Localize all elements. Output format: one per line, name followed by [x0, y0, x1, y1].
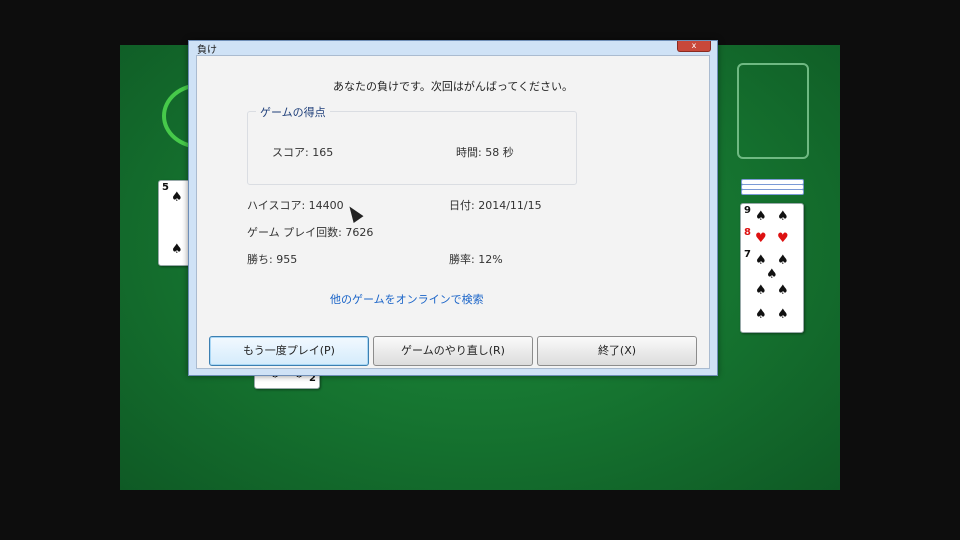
close-button[interactable]: x	[677, 41, 711, 52]
spade-icon: ♠	[777, 307, 789, 322]
card-rank: 8	[744, 227, 751, 238]
card-rank: 5	[162, 182, 169, 193]
right-card-stack[interactable]: 9 ♠ ♠ 8 ♥ ♥ 7 ♠ ♠ ♠ ♠ ♠ ♠ ♠	[740, 203, 804, 333]
group-title: ゲームの得点	[256, 104, 330, 120]
game-over-dialog: 負け x あなたの負けです。次回はがんばってください。 ゲームの得点 スコア: …	[188, 40, 718, 376]
high-score-label: ハイスコア: 14400	[247, 199, 344, 212]
spade-icon: ♠	[766, 267, 778, 282]
score-label: スコア: 165	[272, 146, 334, 159]
spade-icon: ♠	[755, 307, 767, 322]
spade-icon: ♠	[777, 283, 789, 298]
score-group: ゲームの得点 スコア: 165 時間: 58 秒	[247, 104, 577, 185]
left-card-5-spade[interactable]: 5 ♠ ♠	[158, 180, 192, 266]
heart-icon: ♥	[777, 231, 789, 246]
spade-icon: ♠	[171, 242, 183, 257]
time-label: 時間: 58 秒	[456, 146, 514, 159]
spade-icon: ♠	[171, 190, 183, 205]
spade-icon: ♠	[777, 253, 789, 268]
date-label: 日付: 2014/11/15	[449, 199, 542, 212]
card-rank: 7	[744, 249, 751, 260]
win-rate-label: 勝率: 12%	[449, 253, 503, 266]
card-rank: 9	[744, 205, 751, 216]
games-played-label: ゲーム プレイ回数: 7626	[247, 226, 374, 239]
restart-button[interactable]: ゲームのやり直し(R)	[373, 336, 533, 366]
dialog-body: あなたの負けです。次回はがんばってください。 ゲームの得点 スコア: 165 時…	[196, 55, 710, 369]
heart-icon: ♥	[755, 231, 767, 246]
play-again-button[interactable]: もう一度プレイ(P)	[209, 336, 369, 366]
stacked-card-edge	[741, 189, 804, 195]
exit-button[interactable]: 終了(X)	[537, 336, 697, 366]
spade-icon: ♠	[755, 209, 767, 224]
spade-icon: ♠	[755, 283, 767, 298]
spade-icon: ♠	[777, 209, 789, 224]
dialog-title: 負け	[197, 45, 217, 56]
result-message: あなたの負けです。次回はがんばってください。	[332, 80, 574, 93]
spade-icon: ♠	[755, 253, 767, 268]
wins-label: 勝ち: 955	[247, 253, 298, 266]
online-games-link[interactable]: 他のゲームをオンラインで検索	[330, 291, 484, 307]
foundation-slot[interactable]	[737, 63, 809, 159]
